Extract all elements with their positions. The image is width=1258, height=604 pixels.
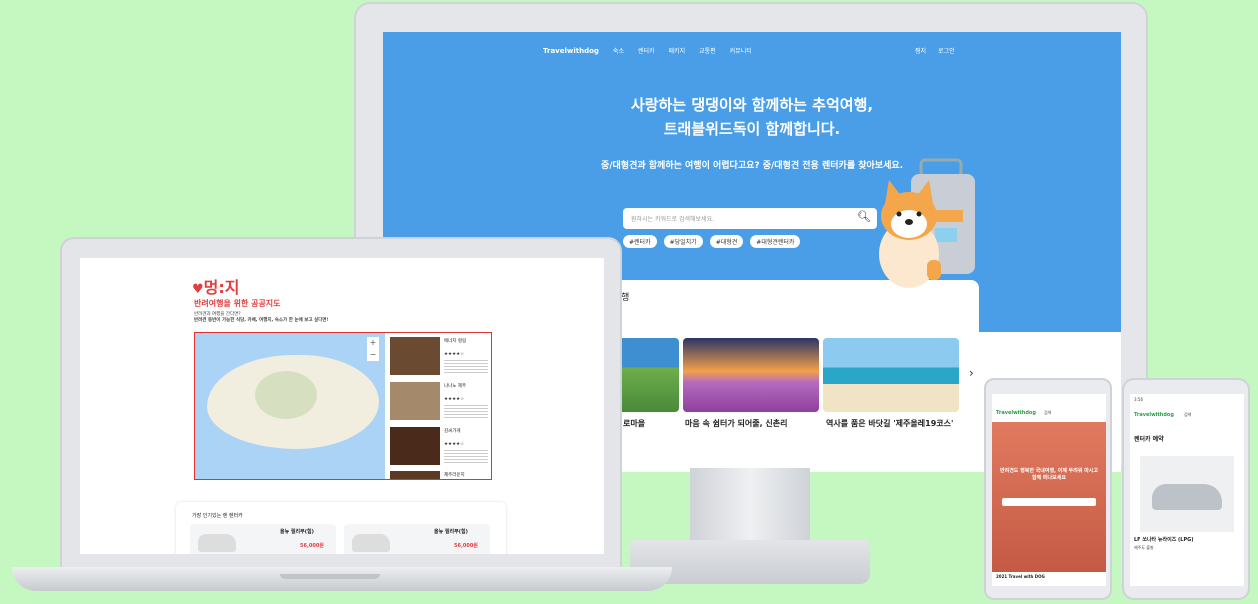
car-price: 56,000원: [300, 543, 324, 549]
rental-title: 가장 인기있는 렌 렌터카: [192, 513, 243, 519]
laptop-notch: [280, 574, 380, 579]
zoom-controls[interactable]: + −: [367, 337, 379, 361]
dog-with-suitcase-illustration: [879, 158, 975, 288]
rental-card[interactable]: 올뉴 릴리부(힘) 56,000원: [190, 524, 336, 554]
tablet-hero-image: [992, 422, 1106, 572]
phone-device: 3:56 Travelwithdog 검색 렌터카 예약 LF 쏘나타 뉴라이즈…: [1122, 378, 1250, 600]
tag-chip[interactable]: #대형견렌터카: [750, 235, 801, 248]
tablet-search-input[interactable]: [1002, 498, 1096, 506]
car-image: [352, 534, 390, 552]
place-thumbnail: [390, 337, 440, 375]
laptop-screen: ♥멍:지 반려여행을 위한 공공지도 반려견과 여행을 간다면? 반려견 동반이…: [80, 258, 604, 554]
phone-car-sub: 제주도 출발: [1134, 545, 1154, 550]
phone-brand[interactable]: Travelwithdog: [1134, 412, 1174, 418]
car-price: 56,000원: [454, 543, 478, 549]
phone-time: 3:56: [1134, 397, 1143, 402]
tag-list: #렌터카 #당일치기 #대형견 #대형견렌터카: [623, 235, 801, 248]
pin-icon: ♥: [192, 282, 204, 297]
tag-chip[interactable]: #렌터카: [623, 235, 657, 248]
destination-caption[interactable]: 역사를 품은 바닷길 '제주올레19코스': [826, 418, 953, 429]
place-listing[interactable]: 제주라운지: [388, 469, 490, 479]
place-name: 나나노 제주: [444, 384, 467, 389]
rental-card[interactable]: 올뉴 릴리부(힘) 56,000원: [344, 524, 490, 554]
mountain-area: [255, 371, 317, 419]
tablet-search[interactable]: 검색: [1044, 410, 1051, 416]
place-description: [444, 403, 488, 419]
laptop: ♥멍:지 반려여행을 위한 공공지도 반려견과 여행을 간다면? 반려견 동반이…: [60, 237, 622, 569]
laptop-base: [12, 567, 672, 591]
tablet-device: Travelwithdog 검색 반려견도 행복한 국내여행, 이제 두려워 마…: [984, 378, 1112, 600]
hero-heading-line1: 사랑하는 댕댕이와 함께하는 추억여행,: [630, 96, 874, 114]
place-description: [444, 358, 488, 374]
place-rating: ★★★★☆: [444, 397, 465, 402]
car-name: 올뉴 릴리부(힘): [434, 529, 468, 535]
map-panel: +− 에너지 힐링 ★★★★☆ 나나노 제주 ★★★★☆ 김씨가게 ★★★★☆: [194, 332, 492, 480]
desktop-nav: Travelwithdog 숙소 렌터카 패키지 교통편 커뮤니티: [543, 46, 752, 56]
monitor-stand: [690, 468, 810, 546]
car-name: 올뉴 릴리부(힘): [280, 529, 314, 535]
nav-item[interactable]: 교통편: [699, 46, 716, 55]
hero-subtitle: 중/대형견과 함께하는 여행이 어렵다고요? 중/대형견 전용 렌터카를 찾아보…: [600, 161, 904, 171]
place-name: 제주라운지: [444, 473, 465, 478]
section-title: 행: [621, 293, 630, 303]
wishlist-link[interactable]: 찜지: [915, 46, 926, 55]
search-placeholder: 원하시는 키워드로 검색해보세요.: [631, 216, 715, 223]
place-description: [444, 448, 488, 464]
destination-photo[interactable]: [823, 338, 959, 412]
destination-photo[interactable]: [683, 338, 819, 412]
place-rating: ★★★★☆: [444, 352, 465, 357]
phone-screen: 3:56 Travelwithdog 검색 렌터카 예약 LF 쏘나타 뉴라이즈…: [1130, 394, 1244, 586]
tag-chip[interactable]: #당일치기: [663, 235, 703, 248]
place-name: 김씨가게: [444, 429, 461, 434]
car-image: [1140, 456, 1234, 532]
place-thumbnail: [390, 382, 440, 420]
destination-caption[interactable]: 로마을: [623, 418, 645, 429]
place-listing[interactable]: 김씨가게 ★★★★☆: [388, 425, 490, 469]
tablet-headline: 반려견도 행복한 국내여행, 이제 두려워 마시고 함께 떠나보세요: [1000, 468, 1099, 481]
hero-heading-line2: 트래블위드독이 함께합니다.: [663, 120, 841, 138]
search-input[interactable]: 원하시는 키워드로 검색해보세요. 🔍︎: [623, 208, 877, 229]
destination-caption[interactable]: 마음 속 쉼터가 되어줄, 신촌리: [685, 418, 788, 429]
place-listing[interactable]: 에너지 힐링 ★★★★☆: [388, 335, 490, 379]
car-image: [198, 534, 236, 552]
place-name: 에너지 힐링: [444, 339, 467, 344]
tablet-screen: Travelwithdog 검색 반려견도 행복한 국내여행, 이제 두려워 마…: [992, 394, 1106, 586]
phone-heading: 렌터카 예약: [1134, 436, 1164, 443]
jeju-map[interactable]: + −: [195, 333, 385, 479]
carousel-next-icon[interactable]: ›: [969, 366, 974, 380]
tag-chip[interactable]: #대형견: [709, 235, 744, 248]
mungji-description: 반려견과 여행을 간다면? 반려견 동반이 가능한 식당, 카페, 여행지, 숙…: [194, 312, 329, 323]
place-rating: ★★★★☆: [444, 442, 465, 447]
phone-search[interactable]: 검색: [1184, 412, 1191, 418]
mungji-subtitle: 반려여행을 위한 공공지도: [194, 299, 281, 308]
nav-item[interactable]: 숙소: [613, 46, 624, 55]
nav-item[interactable]: 커뮤니티: [730, 46, 752, 55]
nav-item[interactable]: 패키지: [669, 46, 686, 55]
login-link[interactable]: 로그인: [938, 46, 955, 55]
tablet-brand[interactable]: Travelwithdog: [996, 410, 1036, 416]
place-thumbnail: [390, 471, 440, 479]
mungji-logo[interactable]: ♥멍:지: [192, 274, 240, 298]
rental-section: 가장 인기있는 렌 렌터카 올뉴 릴리부(힘) 56,000원 올뉴 릴리부(힘…: [176, 502, 506, 554]
tablet-footer: 2021 Travel with DOG: [996, 574, 1045, 579]
brand-logo[interactable]: Travelwithdog: [543, 47, 599, 55]
search-icon[interactable]: 🔍︎: [857, 210, 871, 223]
nav-item[interactable]: 렌터카: [638, 46, 655, 55]
phone-car-name[interactable]: LF 쏘나타 뉴라이즈 (LPG): [1134, 536, 1194, 543]
desktop-nav-right: 찜지 로그인: [915, 46, 955, 55]
place-thumbnail: [390, 427, 440, 465]
place-listing[interactable]: 나나노 제주 ★★★★☆: [388, 380, 490, 424]
